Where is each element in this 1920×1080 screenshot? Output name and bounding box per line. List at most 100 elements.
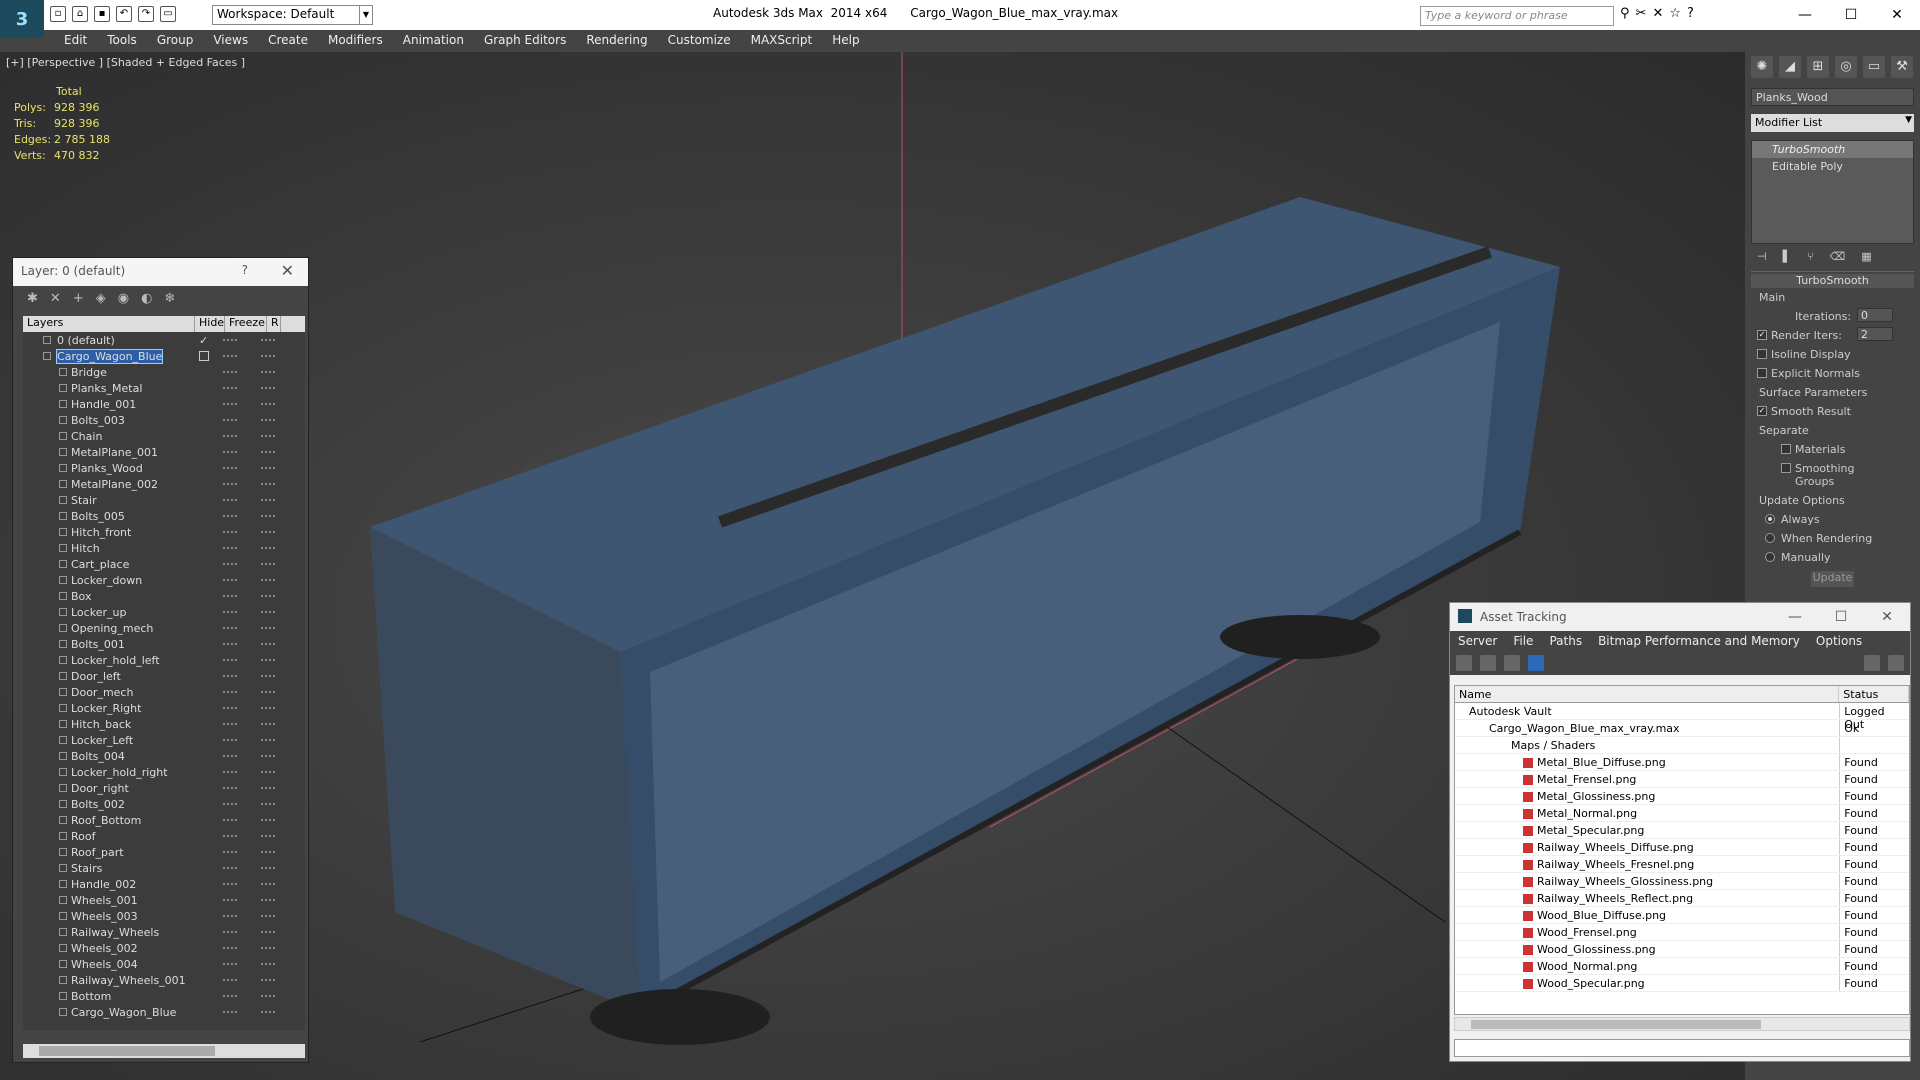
freeze-toggle[interactable] (261, 947, 275, 949)
layer-object-row[interactable]: Cargo_Wagon_Blue (23, 1004, 305, 1020)
freeze-toggle[interactable] (261, 387, 275, 389)
smoothing-groups-checkbox[interactable] (1781, 463, 1791, 473)
asset-tracking-titlebar[interactable]: Asset Tracking — ☐ ✕ (1450, 603, 1910, 631)
hide-toggle[interactable] (223, 611, 237, 613)
chevron-down-icon[interactable]: ▼ (359, 5, 373, 25)
layer-object-row[interactable]: Bolts_003 (23, 412, 305, 428)
freeze-toggle[interactable] (261, 851, 275, 853)
name-column[interactable]: Name (1455, 686, 1840, 702)
texture-row[interactable]: Wood_Specular.png Found (1455, 975, 1909, 992)
layer-hscrollbar[interactable] (23, 1044, 305, 1058)
stack-item-turbosmooth[interactable]: TurboSmooth (1752, 141, 1913, 158)
project-folder-icon[interactable]: ▭ (160, 6, 176, 22)
freeze-toggle[interactable] (261, 899, 275, 901)
render-iters-spinner[interactable]: 2 (1857, 327, 1893, 341)
motion-tab-icon[interactable]: ◎ (1835, 56, 1857, 78)
layer-object-row[interactable]: Locker_hold_right (23, 764, 305, 780)
menu-customize[interactable]: Customize (658, 30, 741, 52)
layer-object-row[interactable]: Locker_down (23, 572, 305, 588)
hierarchy-tab-icon[interactable]: ⊞ (1807, 56, 1829, 78)
scroll-thumb[interactable] (1471, 1020, 1761, 1029)
freeze-toggle[interactable] (261, 355, 275, 357)
freeze-toggle[interactable] (261, 467, 275, 469)
hide-toggle[interactable] (223, 339, 237, 341)
asset-row-maxfile[interactable]: Cargo_Wagon_Blue_max_vray.max Ok (1455, 720, 1909, 737)
menu-group[interactable]: Group (147, 30, 204, 52)
modify-tab-icon[interactable]: ◢ (1779, 56, 1801, 78)
close-icon[interactable]: ✕ (1874, 0, 1920, 30)
menu-options[interactable]: Options (1808, 631, 1870, 651)
hide-toggle[interactable] (223, 883, 237, 885)
hide-toggle[interactable] (223, 803, 237, 805)
freeze-column[interactable]: Freeze (225, 316, 267, 332)
layer-object-row[interactable]: Handle_002 (23, 876, 305, 892)
freeze-toggle[interactable] (261, 835, 275, 837)
layer-object-row[interactable]: Roof_part (23, 844, 305, 860)
layer-object-row[interactable]: MetalPlane_001 (23, 444, 305, 460)
select-in-layer-icon[interactable]: ◈ (96, 291, 106, 309)
freeze-toggle[interactable] (261, 979, 275, 981)
freeze-toggle[interactable] (261, 371, 275, 373)
hide-toggle[interactable] (223, 451, 237, 453)
close-icon[interactable]: ✕ (1864, 603, 1910, 631)
hide-toggle[interactable] (223, 995, 237, 997)
freeze-toggle[interactable] (261, 931, 275, 933)
layer-object-row[interactable]: Cart_place (23, 556, 305, 572)
workspace-dropdown[interactable]: Workspace: Default ▼ (212, 5, 373, 25)
texture-row[interactable]: Metal_Frensel.png Found (1455, 771, 1909, 788)
hide-toggle[interactable] (223, 899, 237, 901)
freeze-toggle[interactable] (261, 611, 275, 613)
asset-row-maps[interactable]: Maps / Shaders (1455, 737, 1909, 754)
hide-toggle[interactable] (223, 371, 237, 373)
texture-row[interactable]: Wood_Normal.png Found (1455, 958, 1909, 975)
asset-row-vault[interactable]: Autodesk Vault Logged Out (1455, 703, 1909, 731)
layer-object-row[interactable]: Locker_hold_left (23, 652, 305, 668)
menu-rendering[interactable]: Rendering (576, 30, 657, 52)
update-button[interactable]: Update (1811, 571, 1854, 587)
maximize-icon[interactable]: ☐ (1828, 0, 1874, 30)
freeze-toggle[interactable] (261, 643, 275, 645)
layer-object-row[interactable]: Chain (23, 428, 305, 444)
add-to-layer-icon[interactable]: + (73, 291, 84, 309)
open-file-icon[interactable]: ⌂ (72, 6, 88, 22)
freeze-toggle[interactable] (261, 339, 275, 341)
freeze-toggle[interactable] (261, 995, 275, 997)
hide-toggle[interactable] (223, 723, 237, 725)
close-icon[interactable]: ✕ (281, 261, 294, 280)
pin-stack-icon[interactable]: ⊣ (1757, 250, 1767, 263)
hide-toggle[interactable] (223, 771, 237, 773)
table-view-icon[interactable] (1528, 655, 1544, 671)
layer-object-row[interactable]: Wheels_002 (23, 940, 305, 956)
freeze-toggle[interactable] (261, 915, 275, 917)
texture-row[interactable]: Wood_Glossiness.png Found (1455, 941, 1909, 958)
freeze-toggle[interactable] (261, 419, 275, 421)
refresh-icon[interactable] (1456, 655, 1472, 671)
configure-sets-icon[interactable]: ▦ (1861, 250, 1871, 263)
layer-window-titlebar[interactable]: Layer: 0 (default) ? ✕ (13, 258, 308, 286)
app-logo-icon[interactable]: 3 (0, 0, 44, 38)
hide-toggle[interactable] (223, 707, 237, 709)
layer-object-row[interactable]: Door_right (23, 780, 305, 796)
layer-object-row[interactable]: Bolts_005 (23, 508, 305, 524)
menu-file[interactable]: File (1505, 631, 1541, 651)
when-rendering-radio[interactable] (1765, 533, 1775, 543)
hide-toggle[interactable] (223, 595, 237, 597)
explicit-normals-checkbox[interactable] (1757, 368, 1767, 378)
make-unique-icon[interactable]: ⑂ (1807, 250, 1814, 263)
minimize-icon[interactable]: — (1772, 603, 1818, 631)
create-tab-icon[interactable]: ✺ (1751, 56, 1773, 78)
texture-row[interactable]: Metal_Glossiness.png Found (1455, 788, 1909, 805)
texture-row[interactable]: Metal_Blue_Diffuse.png Found (1455, 754, 1909, 771)
freeze-toggle[interactable] (261, 531, 275, 533)
menu-create[interactable]: Create (258, 30, 318, 52)
hide-toggle[interactable] (223, 787, 237, 789)
new-layer-icon[interactable]: ✱ (27, 291, 38, 309)
hide-toggle[interactable] (223, 835, 237, 837)
materials-checkbox[interactable] (1781, 444, 1791, 454)
layer-object-row[interactable]: Planks_Wood (23, 460, 305, 476)
layer-row-selected[interactable]: Cargo_Wagon_Blue (23, 348, 305, 364)
menu-bitmap-performance[interactable]: Bitmap Performance and Memory (1590, 631, 1808, 651)
hide-toggle[interactable] (223, 515, 237, 517)
hide-toggle[interactable] (223, 755, 237, 757)
freeze-toggle[interactable] (261, 627, 275, 629)
